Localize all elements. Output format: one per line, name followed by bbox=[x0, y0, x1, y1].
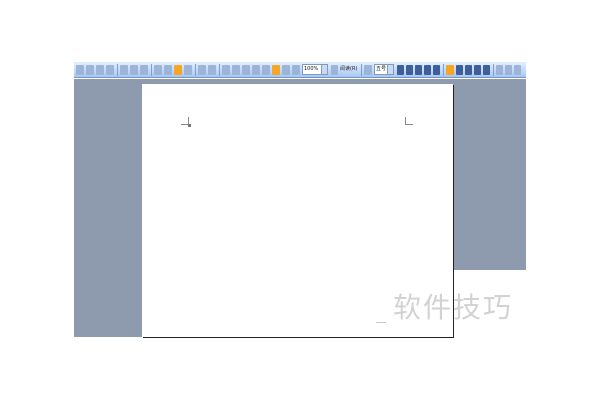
chevron-down-icon[interactable] bbox=[321, 65, 327, 74]
print-preview-icon[interactable] bbox=[130, 65, 138, 75]
char-scale-icon[interactable] bbox=[433, 65, 440, 75]
toolbar-separator bbox=[117, 64, 118, 76]
toolbar-separator bbox=[361, 64, 362, 76]
open-icon[interactable] bbox=[86, 65, 94, 75]
copy-icon[interactable] bbox=[164, 65, 172, 75]
tables-borders-icon[interactable] bbox=[232, 65, 240, 75]
bullets-icon[interactable] bbox=[505, 65, 512, 75]
read-button[interactable]: 阅读(R) bbox=[340, 65, 357, 74]
font-color-icon[interactable] bbox=[424, 65, 431, 75]
zoom-value: 100% bbox=[304, 66, 319, 72]
font-size-value: 五号 bbox=[376, 66, 387, 72]
insert-table-icon[interactable] bbox=[242, 65, 250, 75]
drawing-icon[interactable] bbox=[272, 65, 280, 75]
indent-icon[interactable] bbox=[514, 65, 521, 75]
numbering-icon[interactable] bbox=[496, 65, 503, 75]
align-right-icon[interactable] bbox=[465, 65, 472, 75]
print-icon[interactable] bbox=[120, 65, 128, 75]
underline-icon[interactable] bbox=[415, 65, 422, 75]
align-left-icon[interactable] bbox=[446, 65, 454, 75]
columns-icon[interactable] bbox=[262, 65, 270, 75]
toolbar-separator bbox=[195, 64, 196, 76]
watermark-text: 软件技巧 bbox=[393, 291, 514, 324]
styles-icon[interactable] bbox=[364, 65, 372, 75]
help-icon[interactable] bbox=[331, 65, 338, 75]
zoom-select[interactable]: 100% bbox=[302, 64, 328, 75]
save-icon[interactable] bbox=[96, 65, 104, 75]
toolbar-separator bbox=[151, 64, 152, 76]
font-size-select[interactable]: 五号 bbox=[374, 64, 394, 75]
top-right-margin-mark bbox=[405, 117, 413, 125]
cut-icon[interactable] bbox=[154, 65, 162, 75]
permission-icon[interactable] bbox=[106, 65, 114, 75]
document-map-icon[interactable] bbox=[282, 65, 290, 75]
hyperlink-icon[interactable] bbox=[222, 65, 230, 75]
text-cursor bbox=[188, 124, 191, 127]
insert-excel-icon[interactable] bbox=[252, 65, 260, 75]
spelling-icon[interactable] bbox=[140, 65, 148, 75]
format-painter-icon[interactable] bbox=[184, 65, 192, 75]
word-window: 100% 阅读(R) 五号 软件技巧 bbox=[0, 0, 600, 400]
undo-icon[interactable] bbox=[198, 65, 206, 75]
paste-icon[interactable] bbox=[174, 65, 182, 75]
toolbar-separator bbox=[443, 64, 444, 76]
justify-icon[interactable] bbox=[474, 65, 481, 75]
new-document-icon[interactable] bbox=[76, 65, 84, 75]
margin-tick bbox=[376, 322, 386, 323]
show-hide-icon[interactable] bbox=[292, 65, 300, 75]
toolbar-separator bbox=[493, 64, 494, 76]
chevron-down-icon[interactable] bbox=[387, 65, 393, 74]
toolbar-separator bbox=[219, 64, 220, 76]
align-center-icon[interactable] bbox=[456, 65, 463, 75]
italic-icon[interactable] bbox=[406, 65, 413, 75]
bold-icon[interactable] bbox=[397, 65, 404, 75]
redo-icon[interactable] bbox=[208, 65, 216, 75]
line-spacing-icon[interactable] bbox=[483, 65, 490, 75]
formatting-toolbar: 100% 阅读(R) 五号 bbox=[74, 62, 526, 78]
